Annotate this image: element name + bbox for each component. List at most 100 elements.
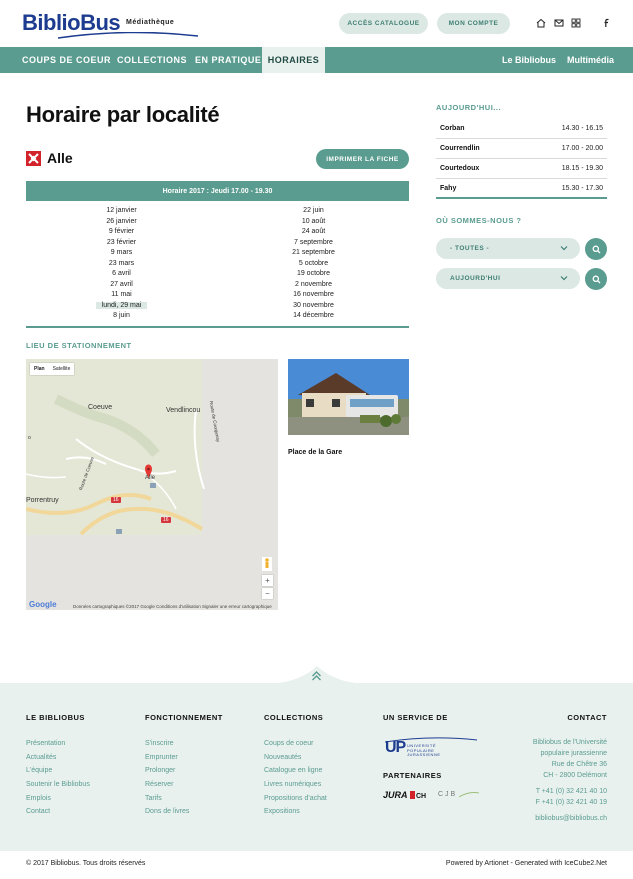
footer-heading: CONTACT xyxy=(567,713,607,722)
footer-col-fonctionnement: FONCTIONNEMENT S'inscrire Emprunter Prol… xyxy=(145,713,223,819)
footer-heading: LE BIBLIOBUS xyxy=(26,713,85,722)
contact-line: Bibliobus de l'Université xyxy=(532,739,607,746)
footer-link[interactable]: Soutenir le Bibliobus xyxy=(26,778,90,792)
day-select[interactable]: AUJOURD'HUI xyxy=(436,268,580,289)
place-search-button[interactable] xyxy=(585,238,607,260)
site-header: BiblioBus Médiathèque ACCÈS CATALOGUE MO… xyxy=(0,0,633,47)
svg-text:CH: CH xyxy=(416,793,426,799)
footer-link[interactable]: Emplois xyxy=(26,792,90,806)
date-item: 24 août xyxy=(301,228,326,235)
nav-collections[interactable]: COLLECTIONS xyxy=(117,47,187,73)
date-item: 9 février xyxy=(108,228,135,235)
contact-line: populaire jurassienne xyxy=(540,750,607,757)
footer-heading: UN SERVICE DE xyxy=(383,713,448,722)
map-tab-satellite[interactable]: Satellite xyxy=(49,366,75,372)
google-map[interactable]: Plan Satellite Coeuve Vendlincou Porrent… xyxy=(26,359,278,610)
place-select[interactable]: - TOUTES - xyxy=(436,238,580,259)
dates-right-column: 22 juin 10 août 24 août 7 septembre 21 s… xyxy=(218,206,409,322)
footer-link[interactable]: L'équipe xyxy=(26,764,90,778)
scroll-to-top-icon[interactable] xyxy=(311,670,322,682)
print-button[interactable]: IMPRIMER LA FICHE xyxy=(316,149,409,169)
contact-phone[interactable]: T +41 (0) 32 421 40 10 xyxy=(533,786,607,797)
today-time: 17.00 - 20.00 xyxy=(561,145,603,152)
site-footer: LE BIBLIOBUS Présentation Actualités L'é… xyxy=(0,683,633,851)
zoom-out-button[interactable]: − xyxy=(262,588,273,599)
map-label-vendlincourt: Vendlincou xyxy=(166,407,201,414)
footer-link[interactable]: Tarifs xyxy=(145,792,223,806)
grid-icon[interactable] xyxy=(570,17,582,29)
footer-link[interactable]: Emprunter xyxy=(145,751,223,765)
today-place: Corban xyxy=(440,125,465,132)
contact-fax: F +41 (0) 32 421 40 19 xyxy=(535,799,607,806)
today-row[interactable]: Courrendlin 17.00 - 20.00 xyxy=(436,139,607,159)
footer-link[interactable]: Livres numériques xyxy=(264,778,327,792)
jura-logo-ch-icon: CH xyxy=(410,791,426,799)
place-select-value: - TOUTES - xyxy=(450,245,490,252)
nav-le-bibliobus[interactable]: Le Bibliobus xyxy=(502,47,556,73)
parking-photo xyxy=(288,359,409,435)
map-tab-plan[interactable]: Plan xyxy=(30,366,49,372)
footer-contact: CONTACT Bibliobus de l'Université popula… xyxy=(533,713,607,824)
parking-photo-image xyxy=(288,359,409,435)
today-time: 14.30 - 16.15 xyxy=(561,125,603,132)
jura-logo[interactable]: JURA xyxy=(383,790,408,800)
footer-link[interactable]: Réserver xyxy=(145,778,223,792)
dates-left-column: 12 janvier 26 janvier 9 février 23 févri… xyxy=(26,206,217,322)
catalogue-button[interactable]: ACCÈS CATALOGUE xyxy=(339,13,428,34)
map-label-road-16a: 16 xyxy=(113,497,119,503)
zoom-in-button[interactable]: + xyxy=(262,575,273,586)
mail-icon[interactable] xyxy=(553,17,565,29)
footer-heading: COLLECTIONS xyxy=(264,713,324,722)
footer-col-service: UN SERVICE DE UP UNIVERSITÉ POPULAIRE JU… xyxy=(383,713,483,804)
bibliobus-logo[interactable]: BiblioBus Médiathèque xyxy=(22,10,198,39)
date-item: 22 juin xyxy=(303,207,324,214)
footer-link[interactable]: Dons de livres xyxy=(145,805,223,819)
contact-email-link[interactable]: bibliobus@bibliobus.ch xyxy=(533,813,607,824)
map-label-n: o xyxy=(28,435,31,441)
today-place: Courrendlin xyxy=(440,145,480,152)
nav-multimedia[interactable]: Multimédia xyxy=(567,47,614,73)
nav-horaires[interactable]: HORAIRES xyxy=(262,47,325,73)
footer-link[interactable]: Prolonger xyxy=(145,764,223,778)
footer-link[interactable]: Expositions xyxy=(264,805,327,819)
where-heading: OÙ SOMMES-NOUS ? xyxy=(436,216,522,225)
date-item: 21 septembre xyxy=(292,249,335,256)
footer-link[interactable]: Présentation xyxy=(26,737,90,751)
account-button[interactable]: MON COMPTE xyxy=(437,13,510,34)
map-label-porrentruy: Porrentruy xyxy=(26,497,59,504)
day-search-button[interactable] xyxy=(585,268,607,290)
day-select-value: AUJOURD'HUI xyxy=(450,275,501,282)
search-icon xyxy=(592,245,600,253)
facebook-icon[interactable] xyxy=(600,17,612,29)
footer-col-collections: COLLECTIONS Coups de coeur Nouveautés Ca… xyxy=(264,713,327,819)
footer-link[interactable]: Propositions d'achat xyxy=(264,792,327,806)
date-item: 10 août xyxy=(301,217,326,225)
section-divider xyxy=(26,326,409,328)
footer-link[interactable]: Catalogue en ligne xyxy=(264,764,327,778)
nav-coups-de-coeur[interactable]: COUPS DE COEUR xyxy=(22,47,111,73)
street-view-pegman-icon[interactable] xyxy=(262,557,272,571)
footer-link[interactable]: Coups de coeur xyxy=(264,737,327,751)
nav-en-pratique[interactable]: EN PRATIQUE xyxy=(195,47,261,73)
chevron-down-icon xyxy=(560,246,568,251)
footer-link[interactable]: Contact xyxy=(26,805,90,819)
footer-col-bibliobus: LE BIBLIOBUS Présentation Actualités L'é… xyxy=(26,713,90,819)
date-item: 19 octobre xyxy=(296,270,331,277)
map-attribution: Données cartographiques ©2017 Google Con… xyxy=(73,604,272,609)
footer-link[interactable]: S'inscrire xyxy=(145,737,223,751)
footer-link[interactable]: Actualités xyxy=(26,751,90,765)
powered-by-text[interactable]: Powered by Artionet - Generated with Ice… xyxy=(446,860,607,867)
cjb-logo[interactable]: CJB xyxy=(438,791,457,798)
up-logo-swoosh-icon xyxy=(385,737,477,743)
today-place: Fahy xyxy=(440,184,457,192)
date-item: 7 septembre xyxy=(294,238,333,246)
today-row[interactable]: Fahy 15.30 - 17.30 xyxy=(436,179,607,199)
up-logo[interactable]: UP UNIVERSITÉ POPULAIRE JURASSIENNE xyxy=(383,737,478,759)
home-icon[interactable] xyxy=(535,17,547,29)
up-logo-text: UNIVERSITÉ POPULAIRE JURASSIENNE xyxy=(407,743,441,757)
date-item: 14 décembre xyxy=(293,312,334,319)
today-row[interactable]: Corban 14.30 - 16.15 xyxy=(436,119,607,139)
footer-link[interactable]: Nouveautés xyxy=(264,751,327,765)
today-time: 15.30 - 17.30 xyxy=(561,184,603,192)
today-row[interactable]: Courtedoux 18.15 - 19.30 xyxy=(436,159,607,179)
